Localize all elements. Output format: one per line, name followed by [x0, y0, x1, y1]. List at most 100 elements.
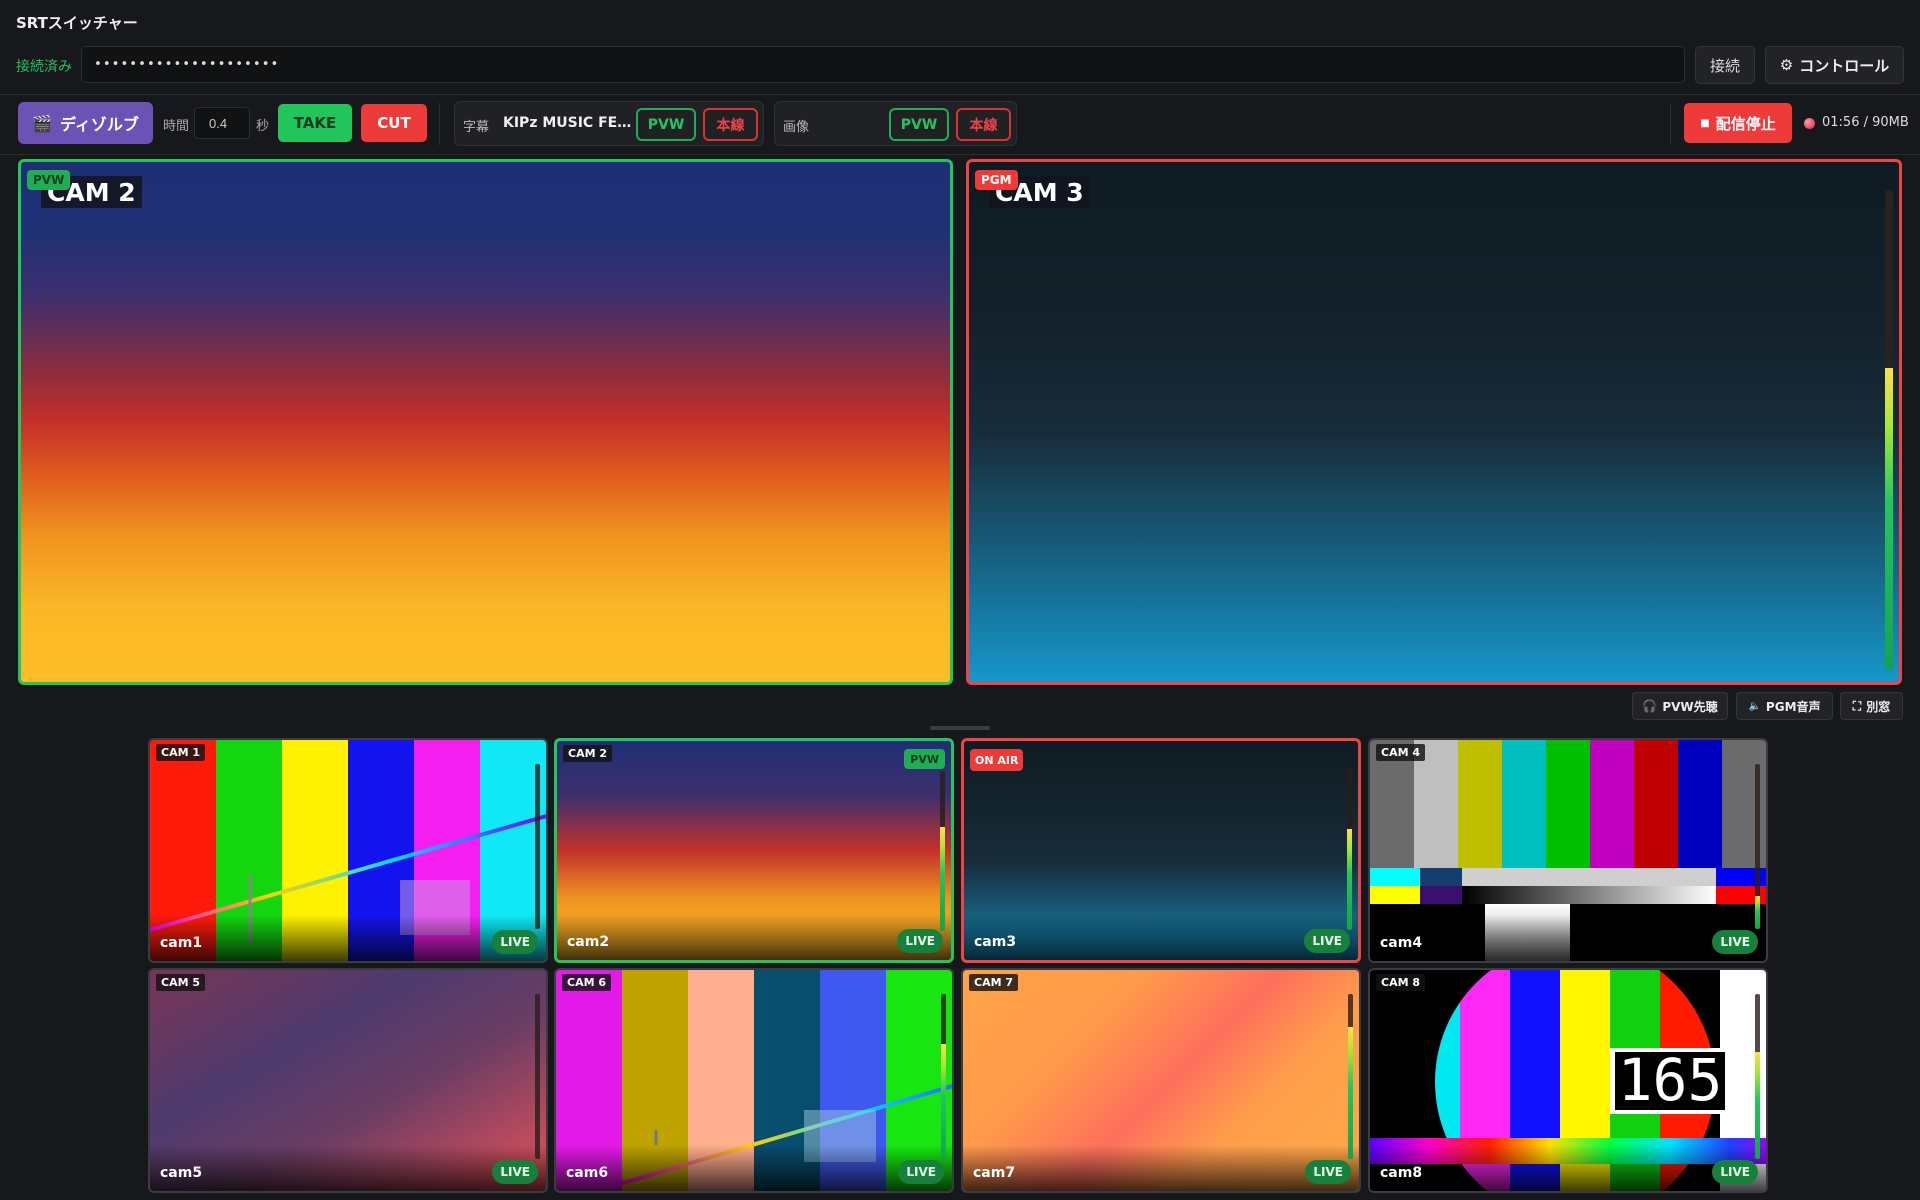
live-badge: LIVE: [1304, 929, 1350, 953]
live-badge: LIVE: [492, 930, 538, 954]
recording-status: 01:56 / 90MB: [1822, 115, 1909, 130]
camera-tag: CAM 6: [562, 974, 612, 991]
audio-meter: [941, 994, 946, 1159]
control-button-label: コントロール: [1799, 56, 1890, 75]
divider: [439, 103, 440, 145]
pgm-audio-label: PGM音声: [1765, 699, 1821, 714]
srt-url-input[interactable]: [81, 46, 1685, 83]
camera-name: cam5: [160, 1165, 203, 1181]
clapperboard-icon: 🎬: [32, 113, 53, 133]
image-label: 画像: [783, 120, 810, 135]
live-badge: LIVE: [898, 1160, 944, 1184]
divider: [1670, 103, 1671, 145]
color-bars-row: [1370, 868, 1766, 886]
camera-name: cam1: [160, 935, 203, 951]
camera-tile-4[interactable]: CAM 4 cam4 LIVE: [1368, 738, 1768, 963]
expand-icon: ⛶: [1852, 698, 1862, 713]
live-badge: LIVE: [492, 1160, 538, 1184]
camera-tile-1[interactable]: CAM 1 cam1 LIVE: [148, 738, 548, 963]
audio-meter: [535, 994, 540, 1159]
camera-tag: CAM 8: [1376, 974, 1426, 991]
tile-footer: [963, 1145, 1359, 1191]
switcher-toolbar: 🎬 ディゾルブ 時間 秒 TAKE CUT 字幕 KIPz MUSIC FE… …: [0, 95, 1920, 153]
transition-time-input[interactable]: [194, 107, 250, 139]
audio-meter-fill: [940, 827, 945, 931]
control-button[interactable]: ⚙ コントロール: [1765, 46, 1904, 84]
camera-tag: CAM 5: [156, 974, 206, 991]
camera-tag: CAM 4: [1376, 744, 1426, 761]
headphones-icon: 🎧: [1642, 699, 1658, 713]
live-badge: LIVE: [1712, 930, 1758, 954]
camera-name: cam3: [974, 934, 1017, 950]
gear-icon: ⚙: [1779, 56, 1794, 74]
recording-indicator-icon: [1804, 118, 1815, 129]
pvw-tag: PVW: [904, 749, 945, 769]
camera-tile-7[interactable]: CAM 7 cam7 LIVE: [961, 968, 1361, 1193]
time-label: 時間: [163, 119, 190, 134]
audio-meter: [1755, 994, 1760, 1159]
live-badge: LIVE: [1305, 1160, 1351, 1184]
caption-label: 字幕: [463, 120, 490, 135]
live-badge: LIVE: [1712, 1160, 1758, 1184]
caption-program-button[interactable]: 本線: [703, 108, 758, 141]
live-badge: LIVE: [897, 929, 943, 953]
tile-footer: [150, 915, 546, 961]
connection-status: 接続済み: [16, 59, 72, 75]
program-tag: PGM: [975, 170, 1018, 190]
audio-meter: [1348, 994, 1353, 1159]
tile-footer: [1370, 915, 1766, 961]
color-bars-image: [1370, 740, 1766, 868]
camera-name: cam4: [1380, 935, 1423, 951]
camera-name: cam8: [1380, 1165, 1423, 1181]
audio-meter-fill: [1755, 1051, 1760, 1159]
camera-name: cam6: [566, 1165, 609, 1181]
image-group: 画像 PVW 本線: [774, 101, 1017, 146]
dissolve-label: ディゾルブ: [60, 115, 139, 134]
preview-monitor[interactable]: CAM 2 PVW: [18, 159, 953, 685]
dissolve-button[interactable]: 🎬 ディゾルブ: [18, 102, 153, 144]
image-pvw-button[interactable]: PVW: [889, 108, 949, 141]
camera-tile-6[interactable]: CAM 6 cam6 LIVE: [554, 968, 954, 1193]
camera-tag: CAM 1: [156, 744, 206, 761]
tile-footer: [964, 914, 1358, 960]
connect-button[interactable]: 接続: [1695, 46, 1755, 84]
pvw-listen-button[interactable]: 🎧 PVW先聴: [1632, 692, 1728, 720]
camera-name: cam2: [567, 934, 610, 950]
tile-footer: [556, 1145, 952, 1191]
pgm-audio-button[interactable]: 🔈 PGM音声: [1736, 692, 1833, 720]
stop-icon: ■: [1700, 117, 1710, 129]
program-monitor[interactable]: CAM 3 PGM: [966, 159, 1902, 685]
camera-tile-5[interactable]: CAM 5 cam5 LIVE: [148, 968, 548, 1193]
camera-tag: CAM 2: [563, 745, 613, 762]
caption-group: 字幕 KIPz MUSIC FE… PVW 本線: [454, 101, 764, 146]
on-air-badge: ON AIR: [970, 749, 1024, 771]
audio-meter: [1347, 767, 1352, 930]
popout-label: 別窓: [1866, 699, 1891, 714]
divider: [0, 154, 1920, 155]
audio-meter-fill: [1348, 1027, 1353, 1159]
image-program-button[interactable]: 本線: [956, 108, 1011, 141]
cut-button[interactable]: CUT: [361, 104, 427, 142]
camera-tag: CAM 7: [969, 974, 1019, 991]
caption-pvw-button[interactable]: PVW: [636, 108, 696, 141]
camera-tile-3[interactable]: ON AIR cam3 LIVE: [961, 738, 1361, 963]
app-title: SRTスイッチャー: [16, 14, 138, 32]
camera-name: cam7: [973, 1165, 1016, 1181]
audio-meter-fill: [1755, 896, 1760, 929]
camera-tile-2[interactable]: CAM 2 PVW cam2 LIVE: [554, 738, 954, 963]
camera-tile-8[interactable]: 165 CAM 8 cam8 LIVE: [1368, 968, 1768, 1193]
stop-stream-label: 配信停止: [1715, 114, 1776, 133]
audio-meter-fill: [1347, 828, 1352, 930]
pvw-listen-label: PVW先聴: [1662, 699, 1718, 714]
audio-meter-fill: [941, 1043, 946, 1159]
take-button[interactable]: TAKE: [278, 104, 352, 142]
resize-handle[interactable]: [930, 726, 990, 730]
program-audio-meter: [1885, 190, 1893, 670]
stop-stream-button[interactable]: ■ 配信停止: [1684, 103, 1792, 143]
tile-footer: [1370, 1145, 1766, 1191]
caption-value[interactable]: KIPz MUSIC FE…: [503, 115, 631, 131]
audio-meter: [1755, 764, 1760, 929]
speaker-muted-icon: 🔈: [1748, 700, 1761, 712]
popout-button[interactable]: ⛶ 別窓: [1840, 692, 1903, 720]
preview-tag: PVW: [27, 170, 71, 190]
